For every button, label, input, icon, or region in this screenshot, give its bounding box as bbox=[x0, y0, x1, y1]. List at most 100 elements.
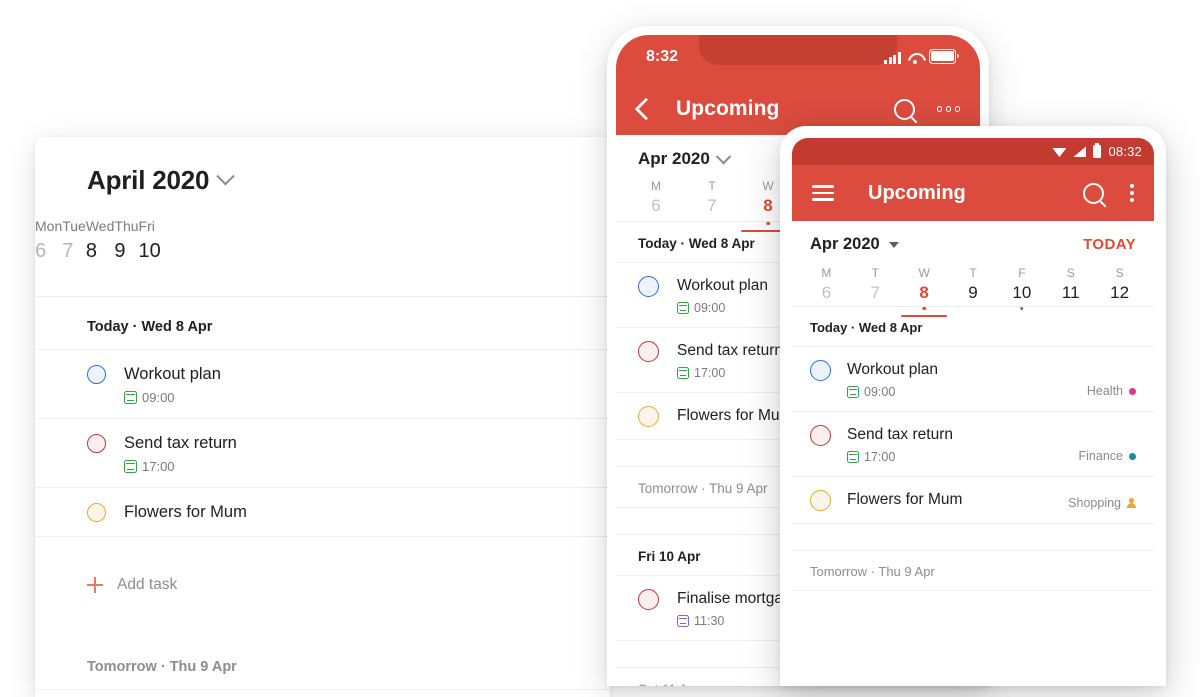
week-day-cell[interactable]: T7 bbox=[684, 179, 740, 221]
screenshot-stage: April 2020 Mon6Tue7Wed 8Thu9Fri 10 Today ·… bbox=[0, 0, 1200, 675]
task-checkbox[interactable] bbox=[638, 276, 659, 297]
task-indicator-dot bbox=[1020, 307, 1024, 311]
task-title: Flowers for Mum bbox=[847, 489, 962, 510]
desktop-add-task-tomorrow[interactable]: Add task bbox=[35, 689, 610, 697]
week-day-cell[interactable]: S12 bbox=[1095, 266, 1144, 306]
ios-nav-title: Upcoming bbox=[676, 97, 779, 121]
caret-down-icon[interactable] bbox=[889, 242, 899, 248]
week-day-number: 8 bbox=[86, 237, 115, 265]
task-title: Workout plan bbox=[847, 359, 938, 380]
desktop-month-selector[interactable]: April 2020 bbox=[87, 165, 232, 196]
week-day-cell[interactable]: T7 bbox=[851, 266, 900, 306]
task-row[interactable]: Flowers for Mum Shopping bbox=[792, 476, 1154, 523]
week-day-cell[interactable]: Tue7 bbox=[62, 217, 86, 281]
calendar-icon bbox=[677, 302, 689, 314]
task-due-time: 17:00 bbox=[677, 366, 783, 380]
task-indicator-dot bbox=[766, 222, 770, 226]
task-checkbox[interactable] bbox=[87, 365, 106, 384]
week-day-name: S bbox=[1095, 266, 1144, 280]
week-day-name: T bbox=[684, 179, 740, 193]
ios-month-label: Apr 2020 bbox=[638, 149, 710, 169]
task-time-text: 17:00 bbox=[142, 459, 175, 474]
task-content: Workout plan 09:00 bbox=[847, 359, 938, 399]
calendar-icon bbox=[847, 451, 859, 463]
week-day-cell[interactable]: M6 bbox=[628, 179, 684, 221]
task-label-shopping[interactable]: Shopping bbox=[1068, 496, 1136, 510]
desktop-section-spacer bbox=[35, 536, 610, 563]
desktop-app-panel: April 2020 Mon6Tue7Wed8Thu9Fri10 Today ·… bbox=[35, 137, 610, 697]
week-day-number: 9 bbox=[949, 283, 998, 303]
calendar-icon bbox=[847, 386, 859, 398]
android-week-strip: M6T7W8T9F10S11S12 bbox=[792, 254, 1154, 306]
task-checkbox[interactable] bbox=[87, 434, 106, 453]
week-day-cell[interactable]: Fri 10 bbox=[139, 217, 161, 281]
android-section-today: Today · Wed 8 Apr bbox=[792, 306, 1154, 346]
hamburger-menu-icon[interactable] bbox=[812, 185, 834, 201]
week-day-cell[interactable]: S11 bbox=[1046, 266, 1095, 306]
week-day-name: F bbox=[997, 266, 1046, 280]
week-day-cell[interactable]: T9 bbox=[949, 266, 998, 306]
battery-icon bbox=[1093, 145, 1101, 158]
task-label-health[interactable]: Health bbox=[1087, 384, 1136, 398]
task-content: Flowers for Mum bbox=[124, 501, 247, 523]
android-device-mockup: 08:32 Upcoming Apr 2020 TODAY M6T7W8T9F1… bbox=[780, 126, 1166, 686]
task-content: Flowers for Mum bbox=[677, 405, 792, 426]
iphone-notch bbox=[699, 35, 897, 65]
label-color-dot bbox=[1129, 453, 1136, 460]
android-section-gap bbox=[792, 523, 1154, 550]
task-time-text: 17:00 bbox=[864, 450, 895, 464]
task-checkbox[interactable] bbox=[638, 589, 659, 610]
task-checkbox[interactable] bbox=[87, 503, 106, 522]
week-day-cell[interactable]: M6 bbox=[802, 266, 851, 306]
android-screen: 08:32 Upcoming Apr 2020 TODAY M6T7W8T9F1… bbox=[792, 138, 1154, 686]
calendar-icon bbox=[677, 615, 689, 627]
week-day-name: Tue bbox=[62, 217, 86, 235]
today-button[interactable]: TODAY bbox=[1083, 236, 1136, 253]
week-day-number: 11 bbox=[1046, 283, 1095, 303]
task-checkbox[interactable] bbox=[638, 341, 659, 362]
battery-full-icon bbox=[929, 49, 956, 64]
week-day-number: 10 bbox=[997, 283, 1046, 303]
week-day-name: T bbox=[949, 266, 998, 280]
android-month-label[interactable]: Apr 2020 bbox=[810, 235, 880, 254]
desktop-add-task-today[interactable]: Add task bbox=[35, 563, 610, 607]
week-day-number: 10 bbox=[139, 237, 161, 265]
task-due-time: 09:00 bbox=[124, 390, 221, 405]
ios-status-indicators bbox=[884, 49, 956, 64]
back-chevron-icon[interactable] bbox=[635, 98, 658, 121]
week-day-name: M bbox=[802, 266, 851, 280]
task-checkbox[interactable] bbox=[810, 490, 831, 511]
task-row[interactable]: Send tax return17:00 Finance bbox=[792, 411, 1154, 476]
week-day-name: Wed bbox=[86, 217, 115, 235]
task-checkbox[interactable] bbox=[810, 360, 831, 381]
task-content: Send tax return17:00 bbox=[847, 424, 953, 464]
week-day-cell[interactable]: Thu9 bbox=[114, 217, 138, 281]
week-day-name: Fri bbox=[139, 217, 161, 235]
task-row[interactable]: Workout plan09:00 bbox=[35, 349, 610, 418]
task-checkbox[interactable] bbox=[810, 425, 831, 446]
task-title: Flowers for Mum bbox=[677, 405, 792, 426]
ios-status-time: 8:32 bbox=[646, 48, 678, 66]
week-day-cell[interactable]: F 10 bbox=[997, 266, 1046, 306]
desktop-section-tomorrow: Tomorrow · Thu 9 Apr bbox=[35, 607, 610, 689]
signal-icon bbox=[1073, 146, 1086, 157]
task-due-time: 09:00 bbox=[847, 385, 938, 399]
task-row[interactable]: Flowers for Mum bbox=[35, 487, 610, 536]
shared-person-icon bbox=[1127, 498, 1136, 508]
plus-icon bbox=[87, 577, 103, 593]
week-day-cell[interactable]: Mon6 bbox=[35, 217, 62, 281]
more-horizontal-icon[interactable] bbox=[937, 106, 961, 112]
more-vertical-icon[interactable] bbox=[1130, 184, 1134, 202]
week-day-cell[interactable]: W8 bbox=[900, 266, 949, 306]
search-icon[interactable] bbox=[894, 99, 915, 120]
search-icon[interactable] bbox=[1083, 183, 1104, 204]
task-row[interactable]: Send tax return17:00 bbox=[35, 418, 610, 487]
label-color-dot bbox=[1129, 388, 1136, 395]
week-day-cell[interactable]: Wed 8 bbox=[86, 217, 115, 281]
task-row[interactable]: Workout plan 09:00 Health bbox=[792, 346, 1154, 411]
task-checkbox[interactable] bbox=[638, 406, 659, 427]
task-label-finance[interactable]: Finance bbox=[1079, 449, 1136, 463]
selected-day-underline bbox=[901, 315, 947, 318]
task-content: Send tax return17:00 bbox=[677, 340, 783, 380]
ios-nav-actions bbox=[894, 99, 961, 120]
